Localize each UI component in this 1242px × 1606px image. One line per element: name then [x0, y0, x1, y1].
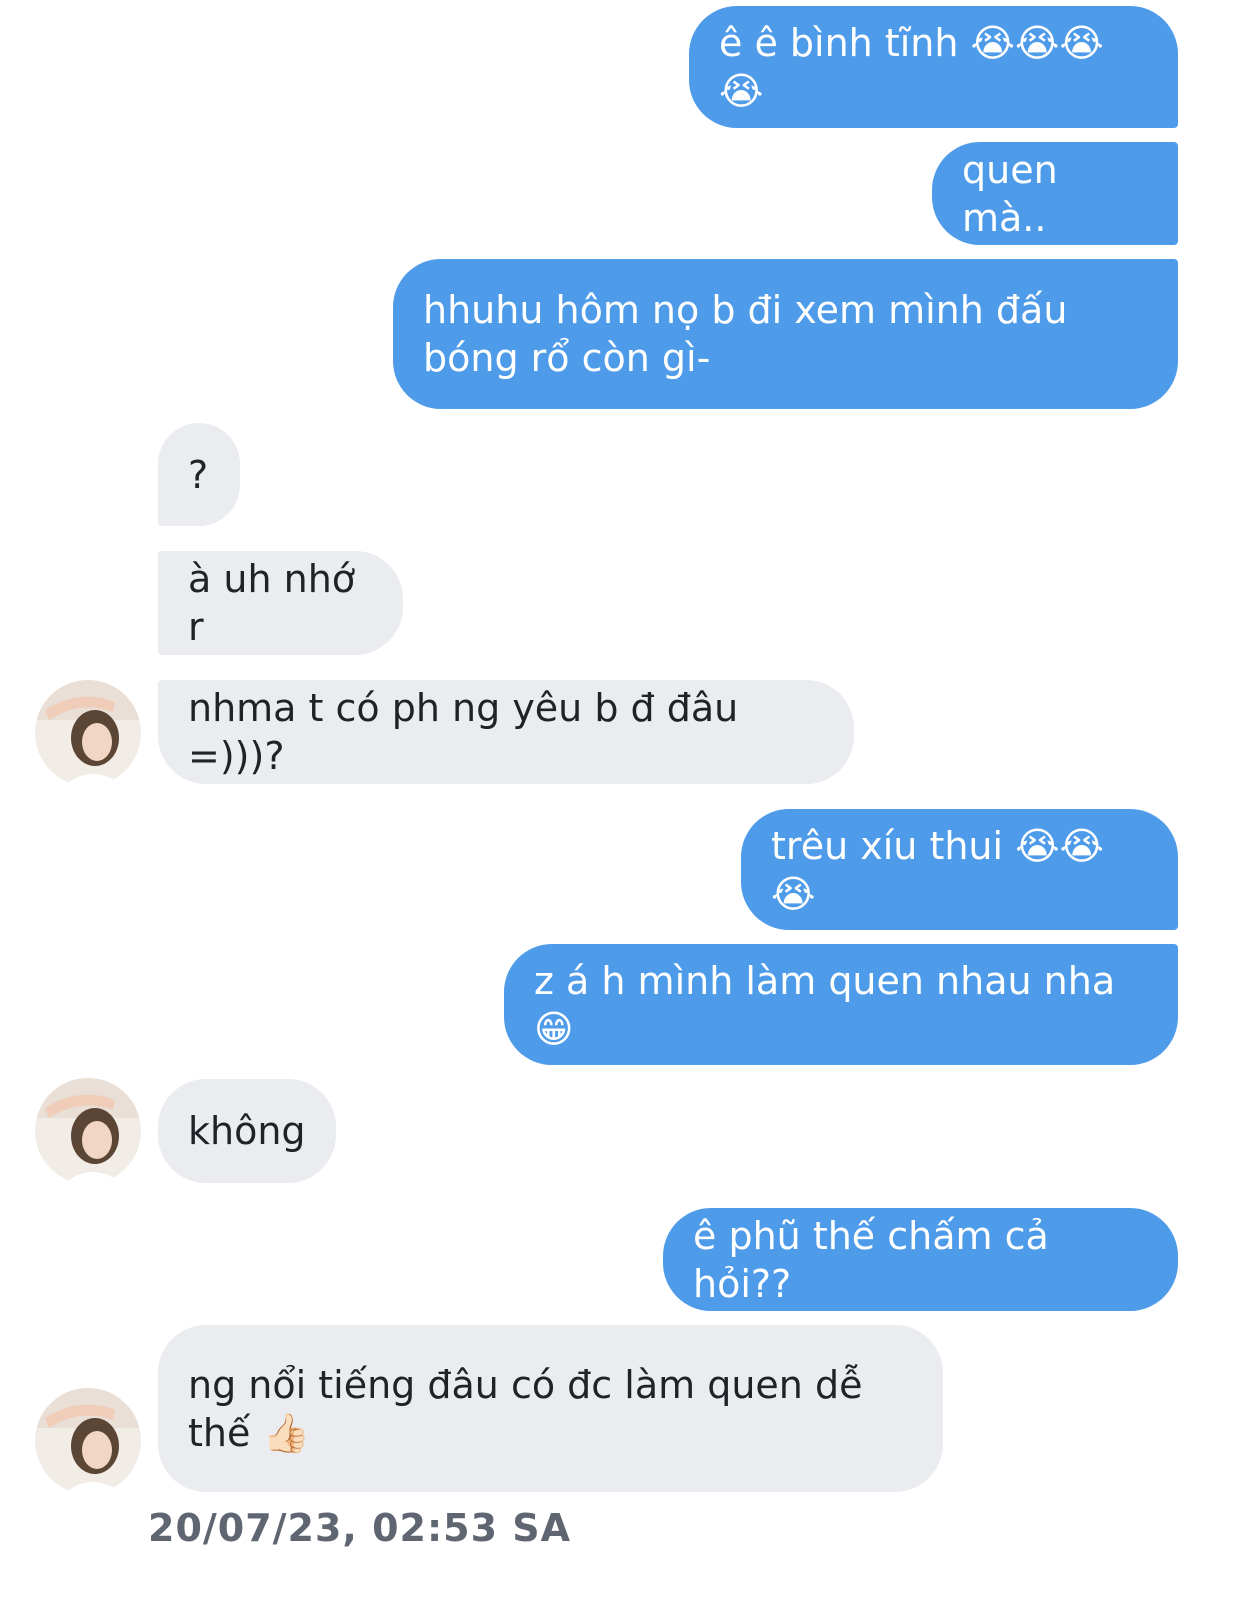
message-bubble-outgoing[interactable]: ê ê bình tĩnh 😭😭😭😭	[689, 6, 1178, 128]
message-bubble-incoming[interactable]: ?	[158, 423, 240, 526]
message-bubble-incoming[interactable]: không	[158, 1079, 336, 1183]
contact-avatar[interactable]	[35, 1078, 141, 1184]
message-bubble-outgoing[interactable]: trêu xíu thui 😭😭😭	[741, 809, 1178, 930]
contact-avatar[interactable]	[35, 1388, 141, 1494]
message-bubble-incoming[interactable]: nhma t có ph ng yêu b đ đâu =)))?	[158, 680, 854, 784]
message-timestamp: 20/07/23, 02:53 SA	[148, 1506, 572, 1550]
contact-avatar[interactable]	[35, 680, 141, 786]
message-bubble-outgoing[interactable]: ê phũ thế chấm cả hỏi??	[663, 1208, 1178, 1311]
message-bubble-outgoing[interactable]: hhuhu hôm nọ b đi xem mình đấu bóng rổ c…	[393, 259, 1178, 409]
message-bubble-outgoing[interactable]: z á h mình làm quen nhau nha 😁	[504, 944, 1178, 1065]
message-bubble-incoming[interactable]: à uh nhớ r	[158, 551, 403, 655]
message-bubble-incoming[interactable]: ng nổi tiếng đâu có đc làm quen dễ thế 👍…	[158, 1325, 943, 1492]
message-bubble-outgoing[interactable]: quen mà..	[932, 142, 1178, 245]
